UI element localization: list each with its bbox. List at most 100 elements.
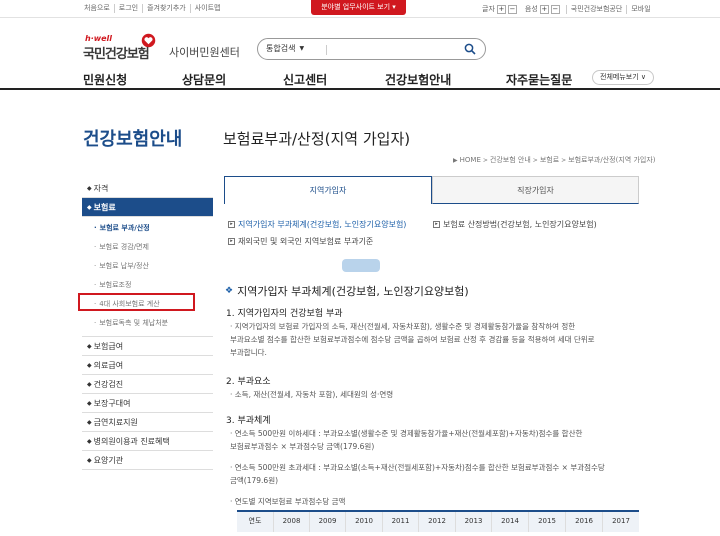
breadcrumb: ▶ HOME > 건강보험 안내 > 보험료 > 보험료부과/산정(지역 가입자… (451, 155, 656, 165)
bullet-icon: ◆ (87, 437, 92, 445)
arrow-box-icon: ▸ (228, 238, 235, 245)
table-header-cell: 2013 (455, 512, 491, 532)
breadcrumb-premium[interactable]: 보험료 (540, 155, 559, 165)
lnb-item-label: 보장구대여 (93, 398, 131, 408)
sound-label: 음성 (524, 5, 538, 13)
lnb-item-hospital-use[interactable]: ◆ 병의원이용과 진료혜택 (82, 432, 213, 451)
gnb-consultation[interactable]: 상담문의 (182, 71, 226, 88)
premium-rate-table: 연도 2008 2009 2010 2011 2012 2013 2014 20… (237, 510, 639, 536)
lnb-sub-label: 보험료 경감/면제 (99, 243, 149, 251)
para-3b-line-1: · 연소득 500만원 초과세대 : 부과요소별(소득+재산(전월세포함)+자동… (230, 463, 605, 472)
lnb-sub-premium-dunning[interactable]: · 보험료독촉 및 체납처분 (82, 314, 213, 333)
font-minus-button[interactable]: − (507, 4, 517, 14)
bullet-icon: ◆ (87, 361, 92, 369)
para-1-line-3: 부과합니다. (230, 348, 267, 357)
home-link[interactable]: 처음으로 (84, 4, 114, 13)
bullet-icon: ◆ (87, 418, 92, 426)
logo-sub-text: 사이버민원센터 (169, 46, 240, 59)
lnb-item-label: 건강검진 (93, 379, 124, 389)
lnb-item-label: 요양기관 (93, 455, 124, 465)
lnb-item-label: 금연치료지원 (93, 417, 138, 427)
lnb-item-smoking-cessation[interactable]: ◆ 금연치료지원 (82, 413, 213, 432)
chevron-right-icon: > (561, 156, 567, 164)
mobile-link[interactable]: 모바일 (626, 4, 654, 14)
heading-3: 3. 부과체계 (226, 416, 271, 426)
gnb-faq[interactable]: 자주묻는질문 (506, 71, 572, 88)
lnb-sub-premium-payment[interactable]: · 보험료 납부/정산 (82, 257, 213, 276)
lnb-item-qualification[interactable]: ◆ 자격 (82, 179, 213, 198)
table-header-cell: 2017 (602, 512, 639, 532)
search-input[interactable] (330, 42, 458, 56)
search-divider (326, 45, 327, 55)
page-title: 보험료부과/산정(지역 가입자) (223, 130, 411, 148)
nhis-link[interactable]: 국민건강보험공단 (565, 4, 627, 14)
link-label: 재외국민 및 외국인 지역보험료 부과기준 (238, 237, 374, 246)
logo-main-text: 국민건강보험 (83, 47, 150, 62)
link-foreigner-criteria[interactable]: ▸ 재외국민 및 외국인 지역보험료 부과기준 (228, 236, 373, 247)
lnb-item-device-rental[interactable]: ◆ 보장구대여 (82, 394, 213, 413)
lnb-title: 건강보험안내 (83, 129, 183, 150)
para-1-line-2: 부과요소별 점수를 합산한 보험료부과점수에 점수당 금액을 곱하여 보험료 산… (230, 335, 595, 344)
breadcrumb-guide[interactable]: 건강보험 안내 (490, 155, 531, 165)
para-1-line-1: · 지역가입자의 보험료 가입자의 소득, 재산(전월세, 자동차포함), 생활… (230, 322, 576, 331)
lnb-item-medical-aid[interactable]: ◆ 의료급여 (82, 356, 213, 375)
tab-regional-subscriber[interactable]: 지역가입자 (224, 176, 432, 204)
lnb-item-care-institution[interactable]: ◆ 요양기관 (82, 451, 213, 470)
link-calc-method[interactable]: ▸ 보험료 산정방법(건강보험, 노인장기요양보험) (433, 219, 597, 230)
search-box: 통합검색 ▼ (257, 38, 486, 60)
gnb-report-center[interactable]: 신고센터 (283, 71, 327, 88)
link-levy-system[interactable]: ▸ 지역가입자 부과체계(건강보험, 노인장기요양보험) (228, 219, 406, 230)
bullet-icon: ◆ (87, 399, 92, 407)
table-header-cell: 2010 (345, 512, 382, 532)
left-nav: ◆ 자격 ◆ 보험료 · 보험료 부과/산정 · 보험료 경감/면제 · 보험료 납부/정… (82, 179, 213, 470)
heading-1: 1. 지역가입자의 건강보험 부과 (226, 309, 343, 319)
lnb-item-benefits[interactable]: ◆ 보험급여 (82, 337, 213, 356)
arrow-box-icon: ▸ (228, 221, 235, 228)
chevron-right-icon: ▶ (453, 156, 458, 164)
login-link[interactable]: 로그인 (113, 4, 142, 13)
table-header-cell: 2014 (491, 512, 528, 532)
tab-workplace-subscriber[interactable]: 직장가입자 (432, 176, 639, 204)
para-3a-line-2: 보험료부과점수 × 부과점수당 금액(179.6원) (230, 442, 375, 451)
search-icon[interactable] (464, 43, 476, 55)
para-3a-line-1: · 연소득 500만원 이하세대 : 부과요소별(생활수준 및 경제활동참가율+… (230, 429, 583, 438)
global-nav: 민원신청 상담문의 신고센터 건강보험안내 자주묻는질문 전체메뉴보기 ∨ (0, 68, 720, 90)
lnb-item-premium[interactable]: ◆ 보험료 (82, 198, 213, 217)
table-header-cell: 2015 (528, 512, 565, 532)
decorative-stamp (342, 259, 380, 272)
lnb-item-checkup[interactable]: ◆ 건강검진 (82, 375, 213, 394)
lnb-sub-label: 보험료 부과/산정 (99, 224, 150, 232)
utility-links: 처음으로 로그인 즐겨찾기추가 사이트맵 (84, 4, 225, 13)
lnb-sub-premium-reduction[interactable]: · 보험료 경감/면제 (82, 238, 213, 257)
lnb-item-label: 병의원이용과 진료혜택 (93, 436, 170, 446)
link-label: 보험료 산정방법(건강보험, 노인장기요양보험) (443, 220, 597, 229)
font-plus-button[interactable]: + (496, 4, 506, 14)
sitemap-link[interactable]: 사이트맵 (189, 4, 225, 13)
table-header-cell: 2009 (309, 512, 345, 532)
all-menu-button[interactable]: 전체메뉴보기 ∨ (592, 70, 654, 85)
bullet-icon: ◆ (87, 456, 92, 464)
tab-bar: 지역가입자 직장가입자 (224, 176, 639, 204)
table-header-year: 연도 (237, 512, 273, 532)
gnb-health-insurance-guide[interactable]: 건강보험안내 (385, 71, 451, 88)
link-label: 지역가입자 부과체계(건강보험, 노인장기요양보험) (238, 220, 407, 229)
lnb-sub-label: 보험료 납부/정산 (99, 262, 149, 270)
search-scope-value: 통합검색 (266, 44, 296, 53)
bullet-icon: ◆ (87, 342, 92, 350)
right-utility: 글자 + − 음성 + − 국민건강보험공단 모바일 (482, 4, 655, 14)
bullet-icon: ◆ (87, 380, 92, 388)
lnb-item-label: 보험료 (93, 202, 116, 212)
breadcrumb-home[interactable]: HOME (460, 156, 481, 164)
bookmark-link[interactable]: 즐겨찾기추가 (142, 4, 190, 13)
table-header-cell: 2016 (565, 512, 602, 532)
para-3b-line-2: 금액(179.6원) (230, 476, 279, 485)
chevron-down-icon: ▼ (299, 45, 305, 52)
lnb-sub-premium-levy[interactable]: · 보험료 부과/산정 (82, 219, 213, 238)
sound-plus-button[interactable]: + (539, 4, 549, 14)
search-scope-select[interactable]: 통합검색 ▼ (266, 43, 304, 54)
lnb-item-label: 자격 (93, 183, 109, 193)
business-sites-button[interactable]: 분야별 업무사이트 보기 ▾ (311, 0, 406, 15)
gnb-civil-request[interactable]: 민원신청 (83, 71, 127, 88)
sound-minus-button[interactable]: − (550, 4, 560, 14)
lnb-item-label: 보험급여 (93, 341, 124, 351)
